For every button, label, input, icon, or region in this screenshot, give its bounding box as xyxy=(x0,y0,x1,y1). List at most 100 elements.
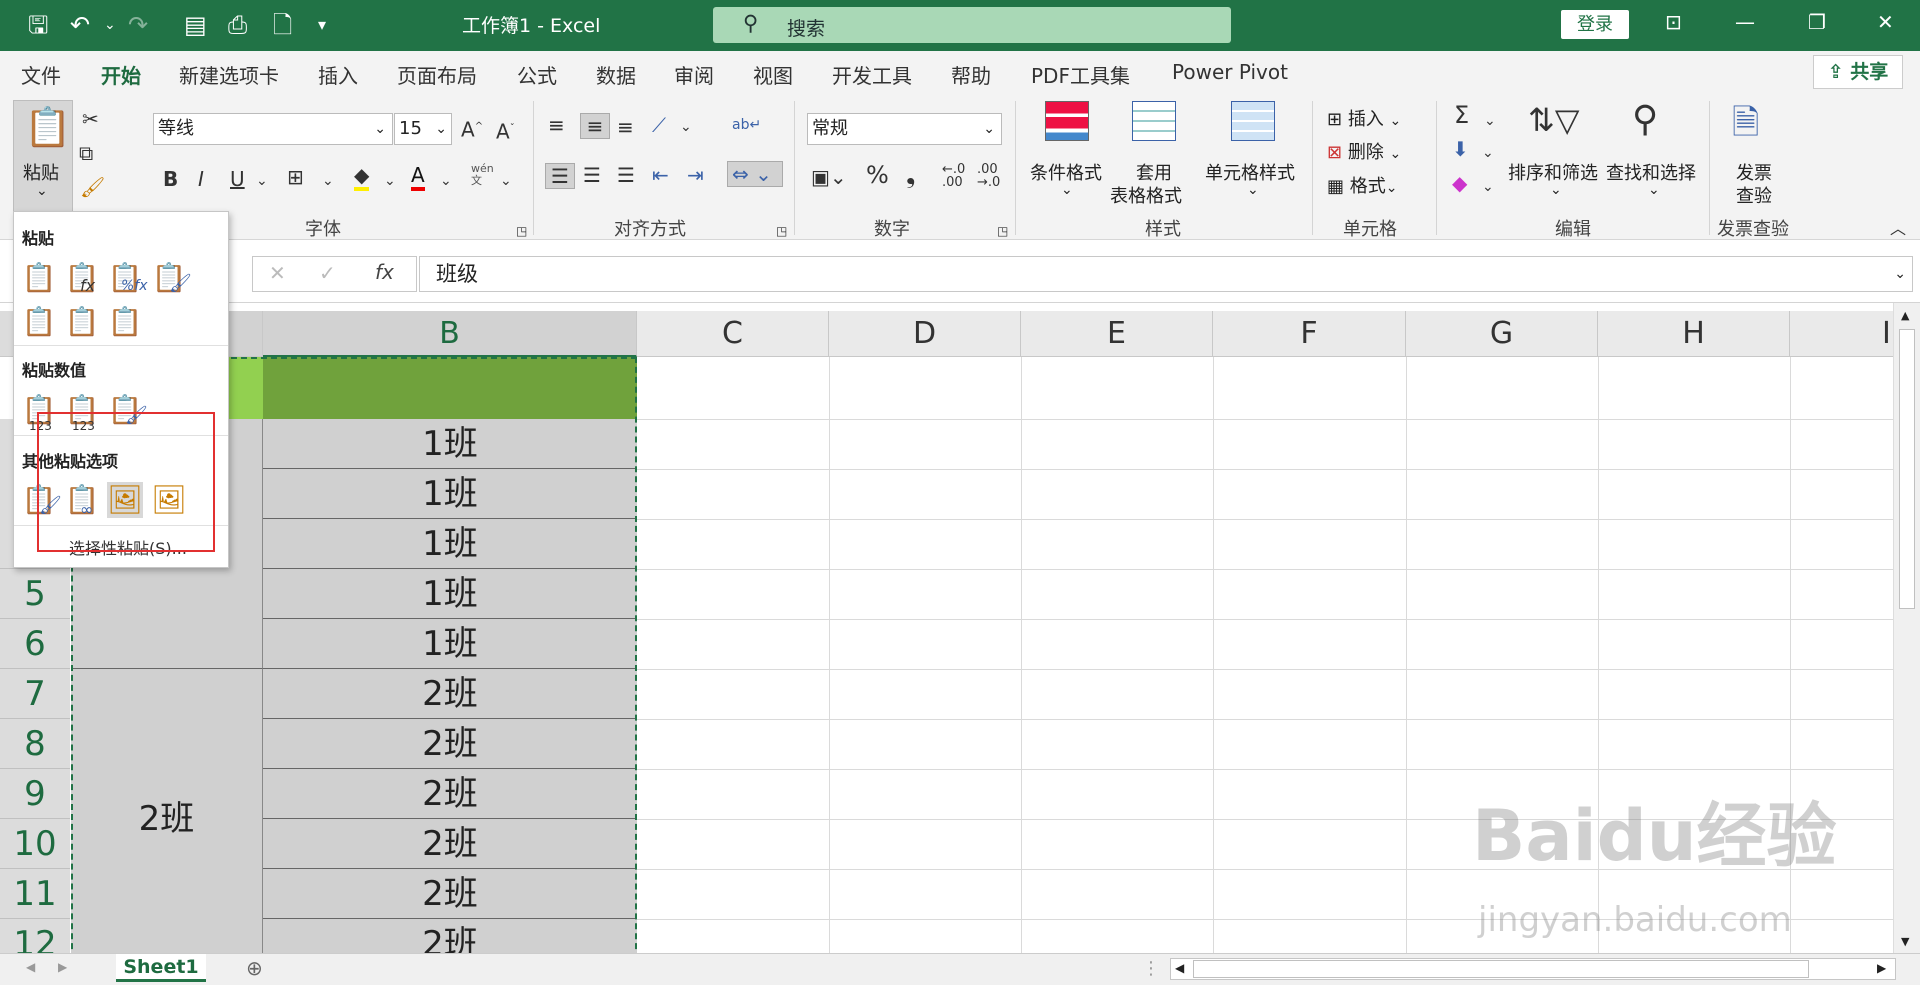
clear-icon[interactable]: ◆ xyxy=(1452,171,1467,195)
increase-decimal-icon[interactable]: ←.0.00 xyxy=(942,163,965,189)
decrease-indent-icon[interactable]: ⇤ xyxy=(652,163,669,187)
cell-b4[interactable]: 1班 xyxy=(263,519,637,569)
align-bottom-icon[interactable]: ≡ xyxy=(617,115,634,139)
fill-color-icon[interactable]: ◆ xyxy=(354,163,370,191)
column-header-g[interactable]: G xyxy=(1406,311,1598,357)
find-select-button[interactable]: ⚲ 查找和选择 ⌄ xyxy=(1604,99,1698,209)
align-middle-icon[interactable]: ≡ xyxy=(580,113,610,139)
format-painter-icon[interactable]: 🖌 xyxy=(80,175,105,199)
formula-input[interactable]: 班级 ⌄ xyxy=(419,256,1913,292)
close-icon[interactable]: ✕ xyxy=(1877,10,1894,34)
horizontal-scrollbar[interactable]: ◀ ▶ xyxy=(1170,958,1896,980)
insert-cells-button[interactable]: ⊞ 插入 ⌄ xyxy=(1327,105,1401,131)
align-left-icon[interactable]: ☰ xyxy=(545,163,575,189)
scroll-thumb-h[interactable] xyxy=(1193,960,1809,978)
paste-icon[interactable]: 📋 xyxy=(21,260,57,296)
form-icon[interactable]: ▤ xyxy=(184,10,207,40)
format-cells-button[interactable]: ▦ 格式⌄ xyxy=(1327,172,1397,198)
copy-icon[interactable]: ⧉ xyxy=(79,141,93,165)
cell-a-merged-2[interactable]: 2班 xyxy=(71,669,263,953)
undo-dropdown-icon[interactable]: ⌄ xyxy=(104,10,116,40)
paste-no-borders-icon[interactable]: 📋 xyxy=(21,304,57,340)
scroll-left-icon[interactable]: ◀ xyxy=(1175,961,1184,975)
autosum-icon[interactable]: Σ xyxy=(1454,103,1469,127)
align-right-icon[interactable]: ☰ xyxy=(617,163,635,187)
tab-formulas[interactable]: 公式 xyxy=(517,60,557,89)
tab-new[interactable]: 新建选项卡 xyxy=(179,60,279,89)
row-header-5[interactable]: 5 xyxy=(0,569,70,619)
paste-formulas-number-format-icon[interactable]: 📋 %fx xyxy=(107,260,148,296)
paste-button[interactable]: 📋 粘贴 ⌄ xyxy=(13,100,73,213)
delete-cells-button[interactable]: ⊠ 删除 ⌄ xyxy=(1327,138,1401,164)
column-header-d[interactable]: D xyxy=(829,311,1021,357)
cell-b6[interactable]: 1班 xyxy=(263,619,637,669)
column-header-i[interactable]: I xyxy=(1790,311,1893,357)
chevron-down-icon[interactable]: ⌄ xyxy=(1482,141,1494,165)
align-center-icon[interactable]: ☰ xyxy=(583,163,601,187)
column-header-b[interactable]: B xyxy=(263,311,637,357)
save-icon[interactable]: 🖫 xyxy=(28,10,48,40)
document-icon[interactable]: 🗋 xyxy=(273,10,292,40)
insert-function-icon[interactable]: fx xyxy=(375,260,394,284)
chevron-down-icon[interactable]: ⌄ xyxy=(1894,257,1906,291)
cell-styles-button[interactable]: 单元格样式 ⌄ xyxy=(1205,99,1297,209)
sheet-tab-sheet1[interactable]: Sheet1 xyxy=(116,954,206,982)
chevron-down-icon[interactable]: ⌄ xyxy=(322,169,334,193)
underline-button[interactable]: U xyxy=(230,167,245,191)
minimize-icon[interactable]: — xyxy=(1735,10,1755,34)
column-header-h[interactable]: H xyxy=(1598,311,1790,357)
cell-b7[interactable]: 2班 xyxy=(263,669,637,719)
number-format-select[interactable]: 常规 ⌄ xyxy=(807,113,1002,145)
align-top-icon[interactable]: ≡ xyxy=(548,113,565,137)
add-sheet-icon[interactable]: ⊕ xyxy=(246,956,263,980)
scroll-thumb[interactable] xyxy=(1899,329,1915,609)
cancel-icon[interactable]: ✕ xyxy=(269,261,286,285)
tab-insert[interactable]: 插入 xyxy=(318,60,358,89)
cell-b3[interactable]: 1班 xyxy=(263,469,637,519)
tab-power-pivot[interactable]: Power Pivot xyxy=(1172,60,1288,84)
row-header-11[interactable]: 11 xyxy=(0,869,70,919)
share-button[interactable]: ⇪ 共享 xyxy=(1813,55,1903,89)
chevron-down-icon[interactable]: ⌄ xyxy=(1484,109,1496,133)
ribbon-display-icon[interactable]: ⊡ xyxy=(1665,10,1682,34)
font-size-select[interactable]: 15 ⌄ xyxy=(394,113,452,145)
chevron-down-icon[interactable]: ⌄ xyxy=(680,115,692,139)
decrease-decimal-icon[interactable]: .00 →.0 xyxy=(977,163,1000,189)
row-header-8[interactable]: 8 xyxy=(0,719,70,769)
font-color-icon[interactable]: A xyxy=(411,163,425,191)
chevron-down-icon[interactable]: ⌄ xyxy=(384,169,396,193)
format-as-table-button[interactable]: 套用 表格格式 xyxy=(1108,99,1198,209)
cut-icon[interactable]: ✂ xyxy=(82,107,99,131)
bold-button[interactable]: B xyxy=(163,167,178,191)
tab-home[interactable]: 开始 xyxy=(101,60,141,97)
chevron-down-icon[interactable]: ⌄ xyxy=(1482,175,1494,199)
decrease-font-icon[interactable]: Aˇ xyxy=(496,117,515,144)
cell-b2[interactable]: 1班 xyxy=(263,419,637,469)
tab-pdf[interactable]: PDF工具集 xyxy=(1031,60,1130,89)
scroll-right-icon[interactable]: ▶ xyxy=(1877,961,1886,975)
next-sheet-icon[interactable]: ▶ xyxy=(58,960,67,974)
increase-font-icon[interactable]: A^ xyxy=(461,115,483,142)
conditional-format-button[interactable]: 条件格式 ⌄ xyxy=(1030,99,1106,209)
undo-icon[interactable]: ↶ xyxy=(70,10,90,40)
accounting-format-icon[interactable]: ▣⌄ xyxy=(811,165,847,189)
scroll-up-icon[interactable]: ▲ xyxy=(1901,309,1909,322)
paste-keep-source-formatting-icon[interactable]: 📋 🖌 xyxy=(151,260,192,296)
percent-icon[interactable]: % xyxy=(866,163,889,187)
border-icon[interactable]: ⊞ xyxy=(287,165,304,189)
fill-icon[interactable]: ⬇ xyxy=(1452,137,1469,161)
enter-icon[interactable]: ✓ xyxy=(319,261,336,285)
prev-sheet-icon[interactable]: ◀ xyxy=(26,960,35,974)
collapse-ribbon-icon[interactable]: ︿ xyxy=(1890,217,1906,241)
column-header-e[interactable]: E xyxy=(1021,311,1213,357)
tab-file[interactable]: 文件 xyxy=(21,60,61,89)
cell-b9[interactable]: 2班 xyxy=(263,769,637,819)
increase-indent-icon[interactable]: ⇥ xyxy=(687,163,704,187)
row-header-6[interactable]: 6 xyxy=(0,619,70,669)
paste-formulas-icon[interactable]: 📋 fx xyxy=(64,260,100,296)
cell-b10[interactable]: 2班 xyxy=(263,819,637,869)
comma-icon[interactable]: ❟ xyxy=(906,163,915,187)
print-preview-icon[interactable]: ⎙ xyxy=(228,10,247,40)
column-header-c[interactable]: C xyxy=(637,311,829,357)
chevron-down-icon[interactable]: ⌄ xyxy=(440,169,452,193)
